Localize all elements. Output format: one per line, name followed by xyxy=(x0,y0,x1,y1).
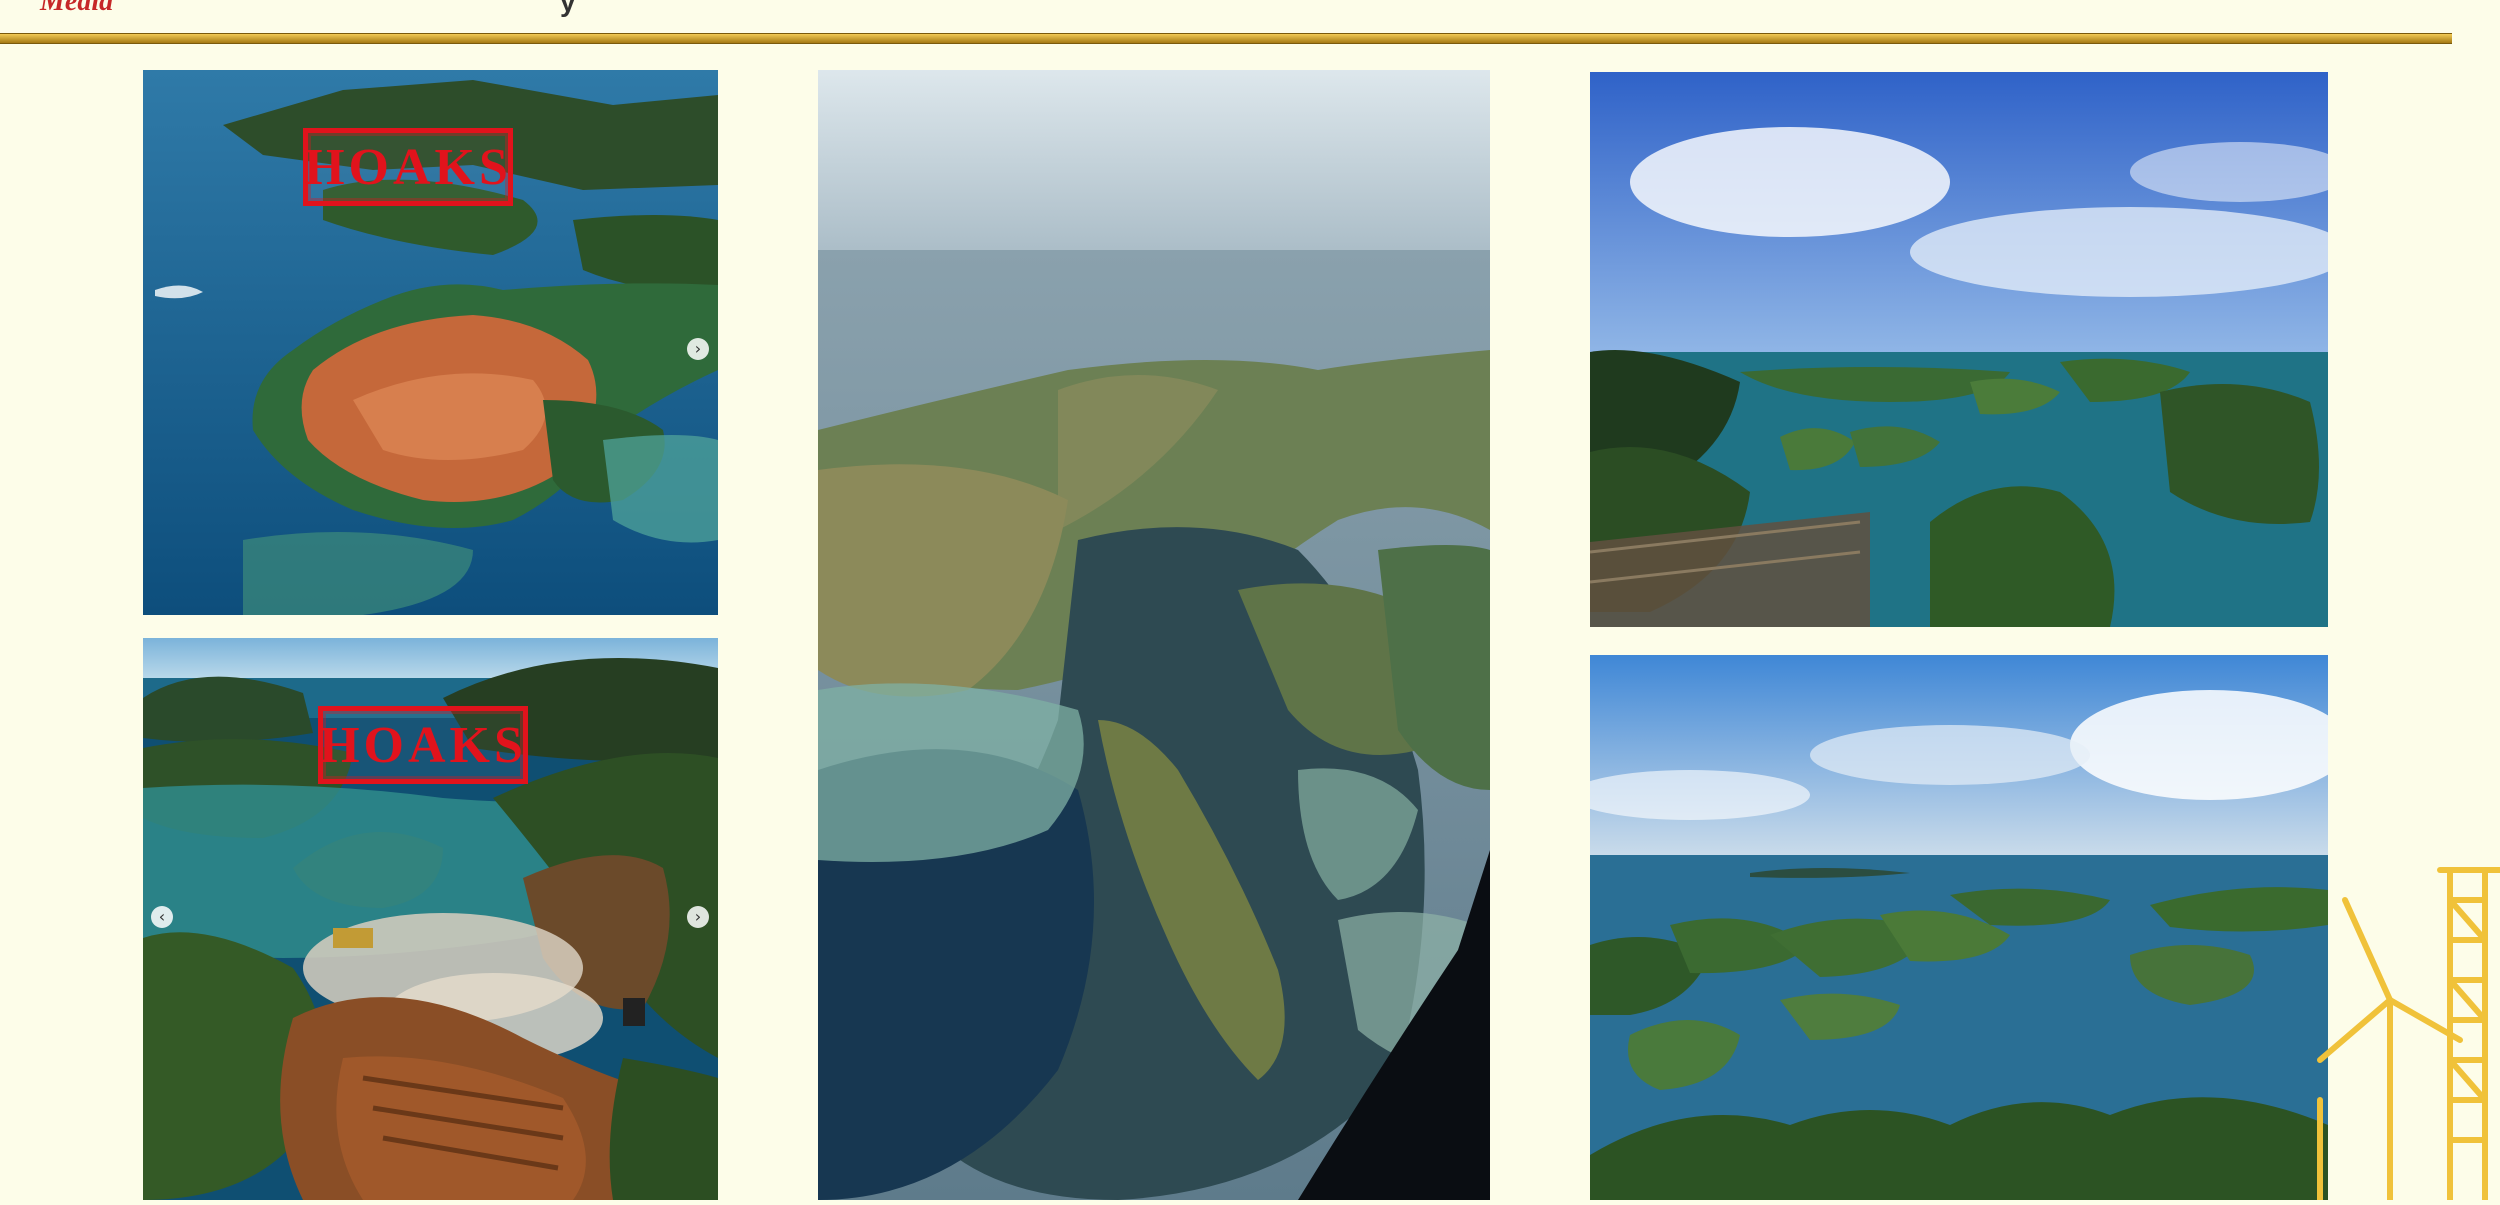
photo-mining-island: HOAKS › xyxy=(143,70,718,615)
hoaks-stamp: HOAKS xyxy=(318,706,528,784)
chevron-right-icon[interactable]: › xyxy=(687,338,709,360)
chevron-left-icon[interactable]: ‹ xyxy=(151,906,173,928)
header-title-fragment-right: y xyxy=(560,0,576,17)
photo-karst-islands-sky-image xyxy=(1590,72,2328,627)
photo-excavator-clearing: HOAKS ‹ › xyxy=(143,638,718,1200)
gold-divider xyxy=(0,33,2452,44)
hoaks-stamp: HOAKS xyxy=(303,128,513,206)
chevron-right-icon[interactable]: › xyxy=(687,906,709,928)
photo-aerial-lagoon-image xyxy=(818,70,1490,1200)
wind-turbine-icon xyxy=(2300,840,2500,1203)
photo-karst-islands-sky xyxy=(1590,72,2328,627)
header-title-fragment: Media xyxy=(40,0,114,17)
photo-aerial-lagoon xyxy=(818,70,1490,1200)
photo-karst-islands-lagoon-image xyxy=(1590,655,2328,1200)
photo-karst-islands-lagoon xyxy=(1590,655,2328,1200)
wind-turbine-drawing xyxy=(2317,867,2500,1203)
